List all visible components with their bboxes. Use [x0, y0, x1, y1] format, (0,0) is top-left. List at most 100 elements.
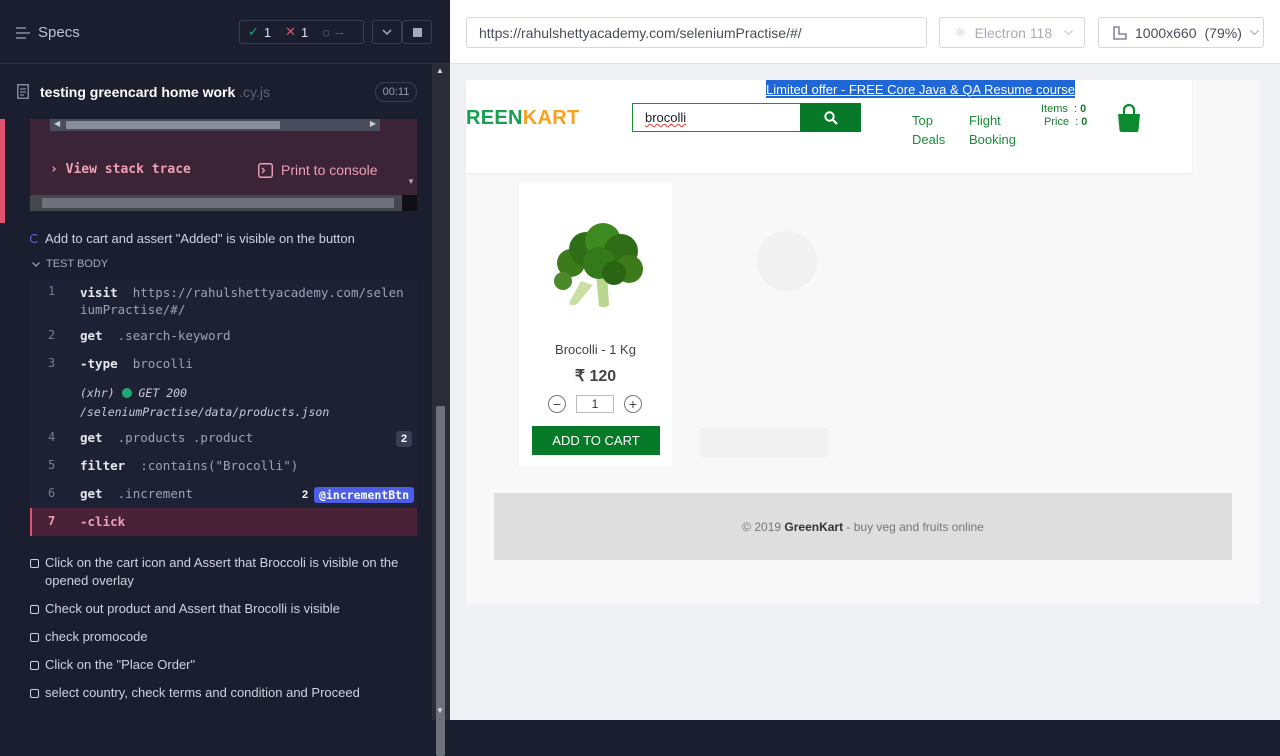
cart-info: Items : 0 Price : 0	[1041, 103, 1087, 129]
view-stack-trace[interactable]: › View stack trace	[50, 162, 191, 177]
error-indicator	[0, 119, 5, 223]
spec-timer: 00:11	[375, 82, 417, 102]
chevron-down-button[interactable]	[372, 20, 402, 44]
print-to-console-button[interactable]: Print to console	[258, 162, 378, 178]
command-log-scrollbar[interactable]: ▲ ▼	[432, 64, 450, 756]
chevron-down-icon	[32, 261, 40, 267]
pending-icon	[30, 633, 39, 642]
browser-label: Electron 118	[974, 24, 1053, 41]
command-number: 5	[48, 458, 56, 472]
top-deals-link[interactable]: Top Deals	[912, 111, 945, 149]
stop-icon	[412, 27, 422, 37]
price-total: 0	[1081, 116, 1088, 128]
product-price: ₹ 120	[574, 368, 617, 385]
url-field[interactable]: https://rahulshettyacademy.com/seleniumP…	[466, 17, 927, 48]
decrement-button[interactable]: −	[548, 395, 566, 413]
search-input[interactable]: brocolli	[632, 103, 801, 132]
hscroll-thumb[interactable]	[66, 121, 280, 129]
command-number: 2	[48, 328, 56, 342]
stop-button[interactable]	[402, 20, 432, 44]
minus-icon: −	[552, 396, 562, 412]
quantity-input[interactable]: 1	[576, 395, 614, 413]
add-to-cart-button[interactable]: ADD TO CART	[532, 426, 660, 455]
greenkart-header: Limited offer - FREE Core Java & QA Resu…	[466, 80, 1192, 173]
command-number: 1	[48, 284, 56, 298]
print-label: Print to console	[281, 162, 378, 178]
test-label: Click on the cart icon and Assert that B…	[45, 555, 399, 588]
pending-icon	[30, 689, 39, 698]
specs-toggle[interactable]: Specs	[16, 24, 80, 41]
search-button[interactable]	[800, 103, 861, 132]
command-number: 4	[48, 430, 56, 444]
command-row[interactable]: 3 -type brocolli	[30, 354, 417, 374]
test-item[interactable]: Check out product and Assert that Brocol…	[30, 600, 340, 618]
cart-button[interactable]	[1116, 103, 1142, 137]
command-text: get .products .product	[80, 430, 254, 445]
pending-count: --	[335, 24, 344, 40]
test-item[interactable]: Click on the cart icon and Assert that B…	[30, 554, 400, 590]
command-text: -type brocolli	[80, 356, 193, 371]
error-vscroll[interactable]: ▼	[405, 119, 417, 195]
status-dot-icon	[121, 388, 132, 398]
outer-hscroll-thumb[interactable]	[42, 198, 394, 208]
flight-booking-link[interactable]: Flight Booking	[969, 111, 1016, 149]
search-icon	[823, 110, 838, 125]
command-number: 6	[48, 486, 56, 500]
current-test-label: Add to cart and assert "Added" is visibl…	[45, 231, 355, 246]
command-row-active[interactable]: 7 -click	[30, 508, 417, 536]
test-item[interactable]: Click on the "Place Order"	[30, 656, 195, 674]
command-text: visit https://rahulshettyacademy.com/sel…	[80, 285, 404, 317]
error-hscroll[interactable]: ◀ ▶	[50, 119, 380, 131]
runner-header: Specs ✓ 1 ✕ 1 ◌ --	[0, 0, 450, 64]
test-stats: ✓ 1 ✕ 1 ◌ --	[239, 20, 364, 44]
command-text: get .increment	[80, 486, 193, 501]
shopping-bag-icon	[1118, 103, 1140, 132]
chevron-down-icon	[1064, 30, 1074, 35]
pending-icon	[30, 661, 39, 670]
test-item[interactable]: select country, check terms and conditio…	[30, 684, 360, 702]
command-number: 7	[48, 514, 56, 528]
xhr-text: (xhr) GET 200 /seleniumPractise/data/pro…	[80, 386, 330, 419]
plus-icon: +	[628, 396, 638, 412]
viewport-info[interactable]: 1000x660 (79%)	[1098, 17, 1264, 48]
command-row[interactable]: 6 get .increment 2 @incrementBtn	[30, 484, 417, 504]
command-row[interactable]: 5 filter :contains("Brocolli")	[30, 456, 417, 476]
xhr-row[interactable]: (xhr) GET 200 /seleniumPractise/data/pro…	[30, 382, 417, 420]
x-icon: ✕	[285, 24, 297, 39]
pending-icon	[30, 605, 39, 614]
hidden-product-ghost	[700, 183, 863, 466]
command-list: 1 visit https://rahulshettyacademy.com/s…	[30, 280, 417, 536]
passed-count: 1	[263, 24, 272, 40]
browser-selector[interactable]: ⚛ Electron 118	[939, 17, 1085, 48]
error-outer-hscroll[interactable]	[30, 195, 417, 211]
command-row[interactable]: 2 get .search-keyword	[30, 326, 417, 346]
offer-link[interactable]: Limited offer - FREE Core Java & QA Resu…	[766, 80, 1075, 98]
spec-file-name: testing greencard home work .cy.js	[40, 84, 271, 100]
broccoli-image	[554, 223, 643, 308]
viewport-zoom: (79%)	[1204, 24, 1242, 41]
test-item[interactable]: check promocode	[30, 628, 148, 646]
command-text: filter :contains("Brocolli")	[80, 458, 299, 473]
pending-icon	[30, 559, 39, 568]
app-preview: https://rahulshettyacademy.com/seleniumP…	[450, 0, 1280, 720]
footer-suffix: - buy veg and fruits online	[843, 519, 984, 534]
specs-label: Specs	[38, 24, 80, 41]
electron-icon: ⚛	[954, 24, 967, 40]
command-row[interactable]: 1 visit https://rahulshettyacademy.com/s…	[30, 282, 417, 318]
greenkart-logo[interactable]: REENKART	[466, 107, 580, 130]
price-label: Price :	[1044, 116, 1079, 128]
increment-button[interactable]: +	[624, 395, 642, 413]
current-test-title[interactable]: Add to cart and assert "Added" is visibl…	[30, 231, 355, 246]
test-label: select country, check terms and conditio…	[45, 685, 360, 700]
command-row[interactable]: 4 get .products .product 2	[30, 428, 417, 448]
alias-badge: @incrementBtn	[314, 487, 415, 503]
browser-toolbar: https://rahulshettyacademy.com/seleniumP…	[450, 0, 1280, 64]
element-count-badge: 2	[396, 431, 412, 447]
chevron-down-icon	[1249, 30, 1259, 35]
menu-icon	[16, 26, 30, 39]
running-icon	[30, 234, 39, 243]
test-body-toggle[interactable]: TEST BODY	[32, 258, 108, 270]
product-card: Brocolli - 1 Kg ₹ 120 − 1 + ADD TO CART	[519, 183, 672, 466]
scrollbar-thumb[interactable]	[436, 406, 445, 756]
product-name: Brocolli - 1 Kg	[555, 342, 636, 357]
